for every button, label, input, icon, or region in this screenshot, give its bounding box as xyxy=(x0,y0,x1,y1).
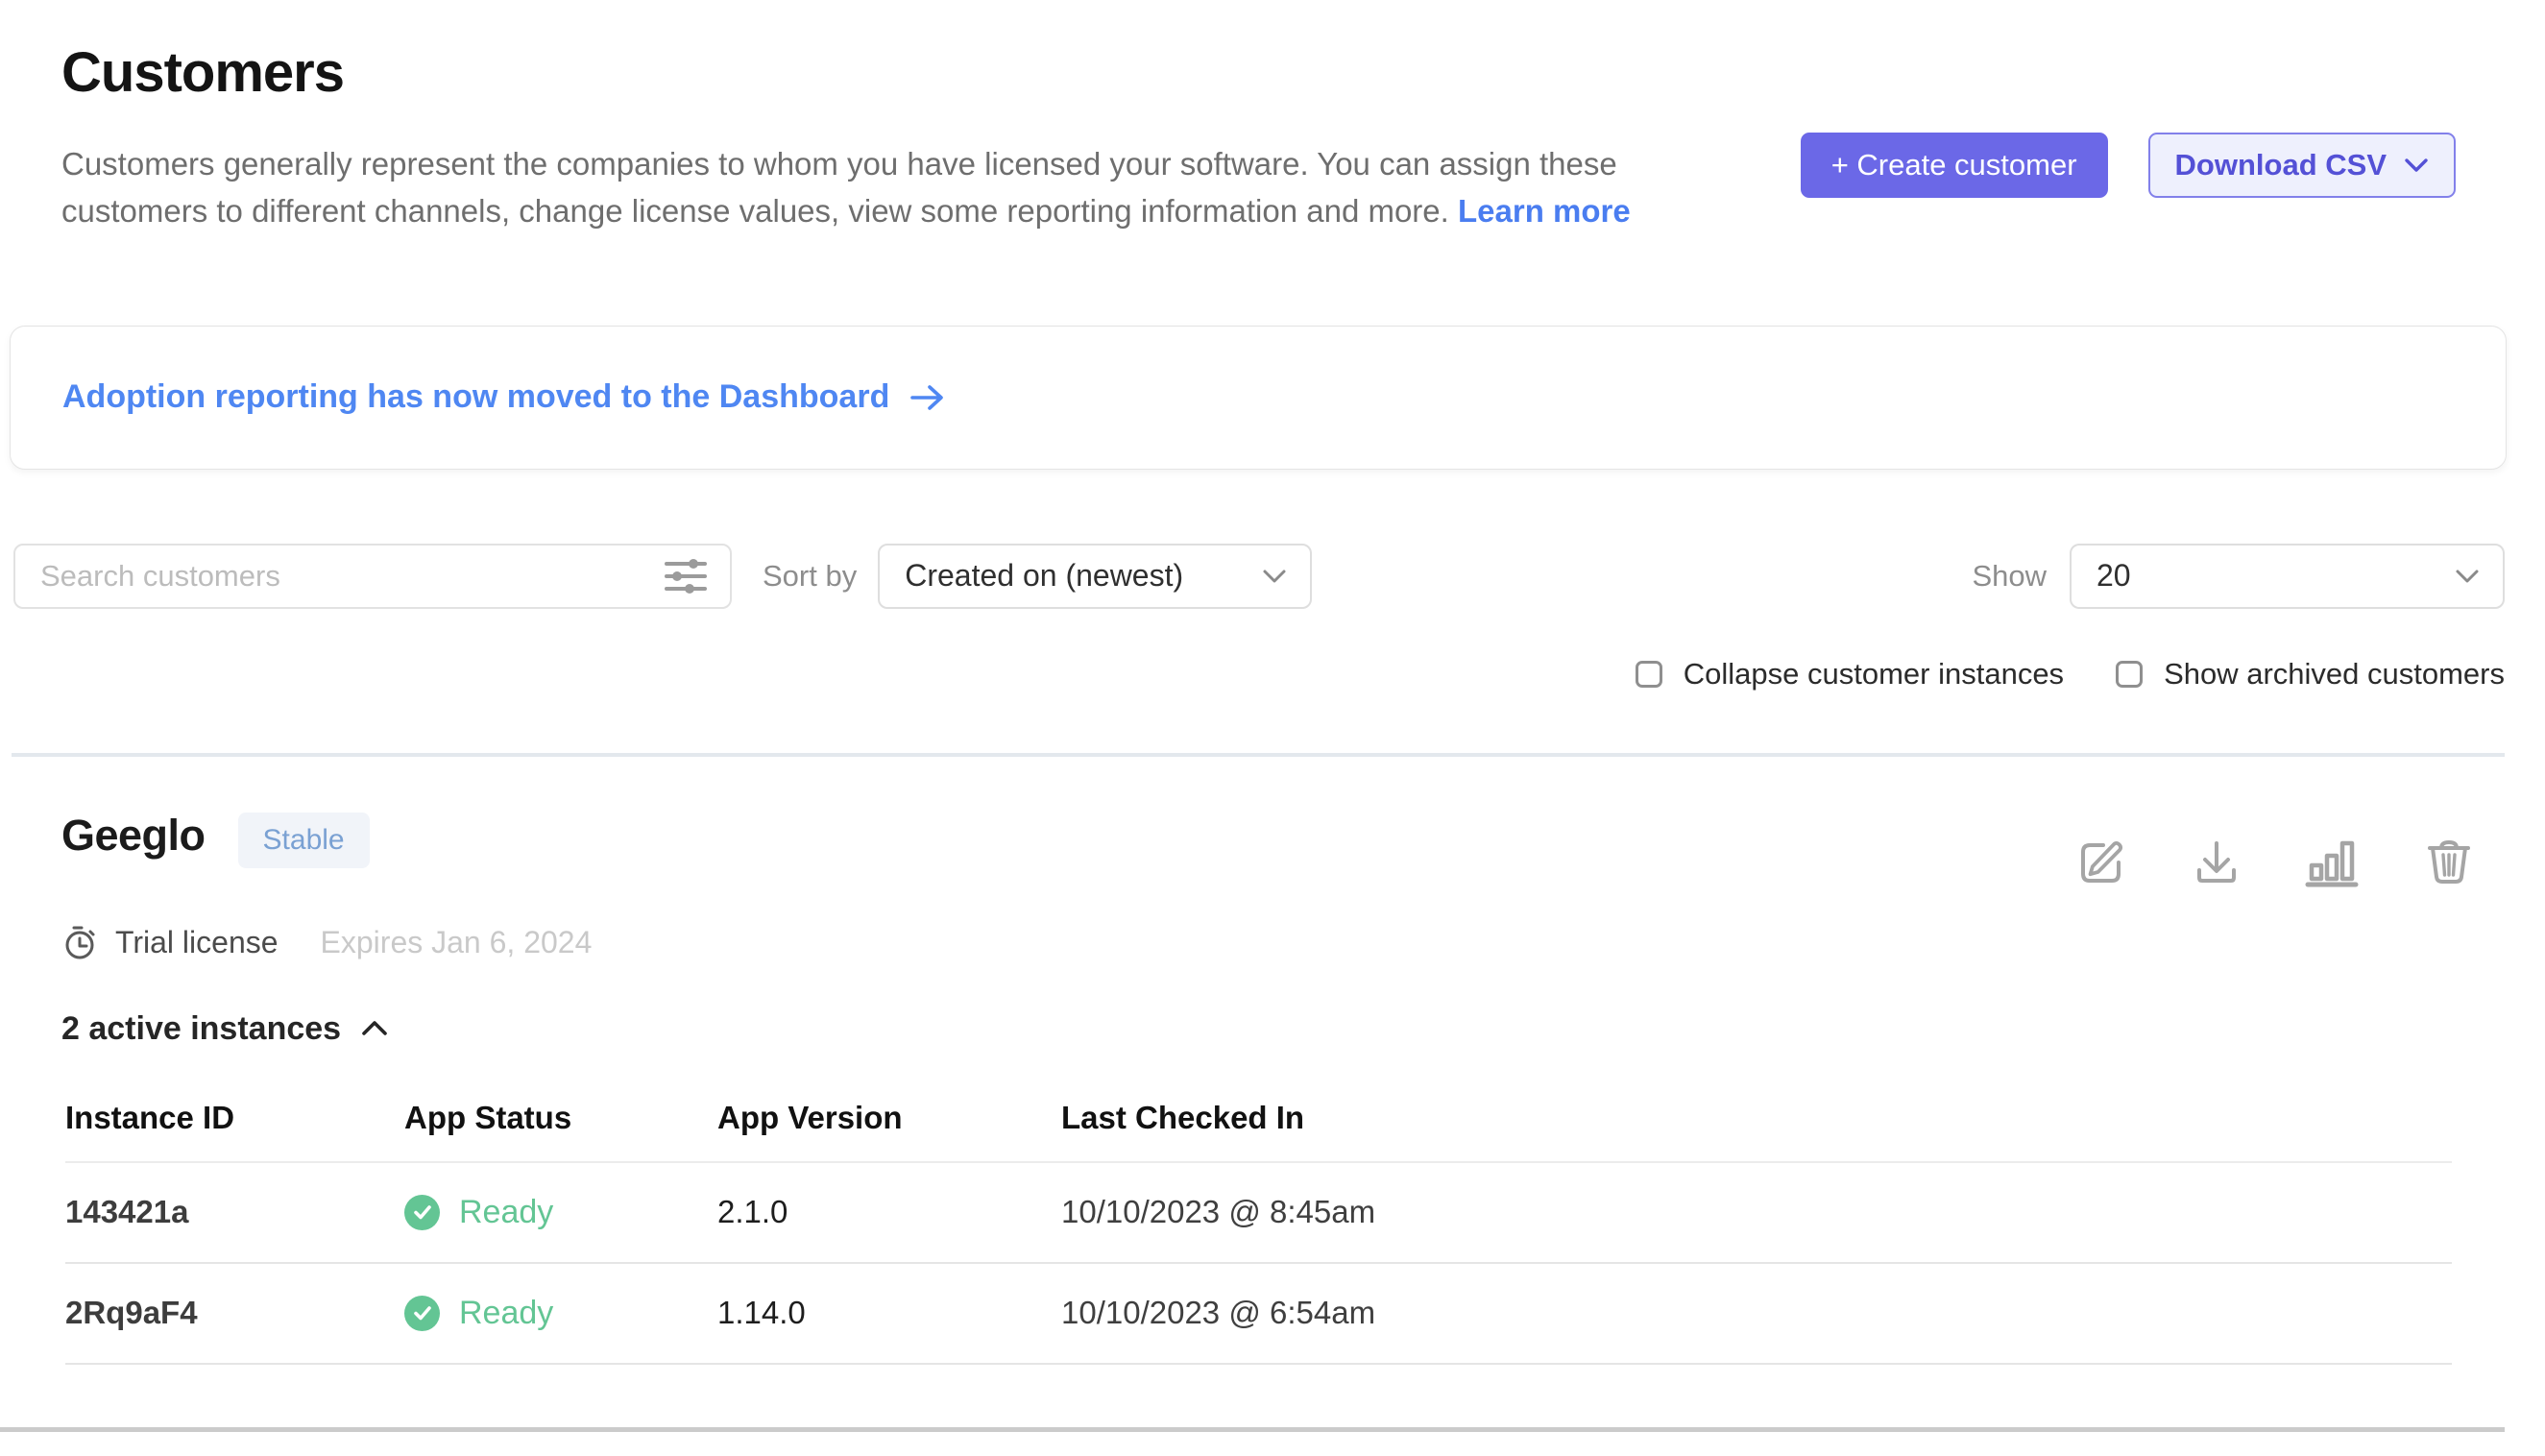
delete-customer-button[interactable] xyxy=(2422,836,2476,889)
collapse-instances-label: Collapse customer instances xyxy=(1684,657,2064,692)
search-box[interactable] xyxy=(13,544,732,609)
page-title: Customers xyxy=(61,40,1675,105)
instances-toggle[interactable]: 2 active instances xyxy=(61,1010,389,1048)
sort-select[interactable]: Created on (newest) xyxy=(878,544,1312,609)
table-row: 2Rq9aF4 Ready 1.14.0 10/10/2023 @ 6:54am xyxy=(65,1264,2452,1365)
reporting-button[interactable] xyxy=(2305,836,2361,889)
app-status: Ready xyxy=(404,1295,717,1332)
create-customer-button[interactable]: + Create customer xyxy=(1801,133,2108,198)
show-select-value: 20 xyxy=(2097,558,2131,594)
header-app-version: App Version xyxy=(717,1100,1061,1136)
trial-timer-icon xyxy=(61,924,100,962)
page-description: Customers generally represent the compan… xyxy=(61,141,1675,235)
last-checked-in: 10/10/2023 @ 8:45am xyxy=(1061,1194,2452,1230)
header-instance-id: Instance ID xyxy=(65,1100,404,1136)
app-status: Ready xyxy=(404,1194,717,1231)
page-header: Customers Customers generally represent … xyxy=(0,0,2545,235)
sort-select-value: Created on (newest) xyxy=(905,558,1183,594)
download-csv-label: Download CSV xyxy=(2175,148,2387,182)
chevron-up-icon xyxy=(360,1019,389,1038)
adoption-banner-text: Adoption reporting has now moved to the … xyxy=(62,378,889,416)
status-label: Ready xyxy=(459,1295,553,1332)
download-csv-button[interactable]: Download CSV xyxy=(2148,133,2456,198)
filter-controls: Sort by Created on (newest) Show 20 xyxy=(13,544,2505,609)
table-header-row: Instance ID App Status App Version Last … xyxy=(65,1084,2452,1163)
collapse-instances-checkbox[interactable] xyxy=(1636,661,1662,688)
customer-card: Geeglo Stable xyxy=(0,757,2545,1365)
instances-toggle-label: 2 active instances xyxy=(61,1010,341,1048)
customer-actions xyxy=(2074,836,2476,889)
app-version: 1.14.0 xyxy=(717,1295,1061,1331)
chevron-down-icon xyxy=(2455,568,2480,585)
filter-sliders-icon[interactable] xyxy=(663,554,709,598)
show-archived-label: Show archived customers xyxy=(2164,657,2505,692)
edit-customer-button[interactable] xyxy=(2074,836,2128,889)
instances-table: Instance ID App Status App Version Last … xyxy=(65,1084,2452,1365)
arrow-right-icon xyxy=(909,382,947,413)
bar-chart-icon xyxy=(2305,878,2361,892)
search-input[interactable] xyxy=(40,559,663,594)
show-archived-checkbox[interactable] xyxy=(2116,661,2143,688)
chevron-down-icon xyxy=(2404,157,2429,174)
license-row: Trial license Expires Jan 6, 2024 xyxy=(61,924,2476,962)
channel-badge: Stable xyxy=(238,813,370,868)
status-check-icon xyxy=(404,1296,440,1331)
edit-icon xyxy=(2074,878,2128,892)
license-type: Trial license xyxy=(115,925,279,960)
trash-icon xyxy=(2422,878,2476,892)
last-checked-in: 10/10/2023 @ 6:54am xyxy=(1061,1295,2452,1331)
adoption-banner: Adoption reporting has now moved to the … xyxy=(10,326,2507,470)
show-archived-option[interactable]: Show archived customers xyxy=(2116,657,2505,692)
page-bottom-divider xyxy=(0,1427,2505,1432)
page-description-text: Customers generally represent the compan… xyxy=(61,146,1617,229)
license-expiry: Expires Jan 6, 2024 xyxy=(321,925,593,960)
learn-more-link[interactable]: Learn more xyxy=(1458,193,1631,229)
checkbox-row: Collapse customer instances Show archive… xyxy=(0,657,2505,692)
header-actions: + Create customer Download CSV xyxy=(1801,133,2456,235)
customer-name[interactable]: Geeglo xyxy=(61,811,206,861)
show-label: Show xyxy=(1972,559,2047,594)
show-select[interactable]: 20 xyxy=(2070,544,2505,609)
status-label: Ready xyxy=(459,1194,553,1231)
adoption-banner-link[interactable]: Adoption reporting has now moved to the … xyxy=(62,378,947,416)
show-control: Show 20 xyxy=(1972,544,2505,609)
download-customer-button[interactable] xyxy=(2190,836,2243,889)
download-icon xyxy=(2190,878,2243,892)
header-text-block: Customers Customers generally represent … xyxy=(61,40,1675,235)
sort-by-label: Sort by xyxy=(763,559,857,594)
chevron-down-icon xyxy=(1262,568,1287,585)
instance-id: 143421a xyxy=(65,1194,404,1230)
collapse-instances-option[interactable]: Collapse customer instances xyxy=(1636,657,2064,692)
header-app-status: App Status xyxy=(404,1100,717,1136)
customer-header: Geeglo Stable xyxy=(61,811,2476,889)
status-check-icon xyxy=(404,1195,440,1230)
instance-id: 2Rq9aF4 xyxy=(65,1295,404,1331)
table-row: 143421a Ready 2.1.0 10/10/2023 @ 8:45am xyxy=(65,1163,2452,1264)
app-version: 2.1.0 xyxy=(717,1194,1061,1230)
header-last-checked-in: Last Checked In xyxy=(1061,1100,2452,1136)
